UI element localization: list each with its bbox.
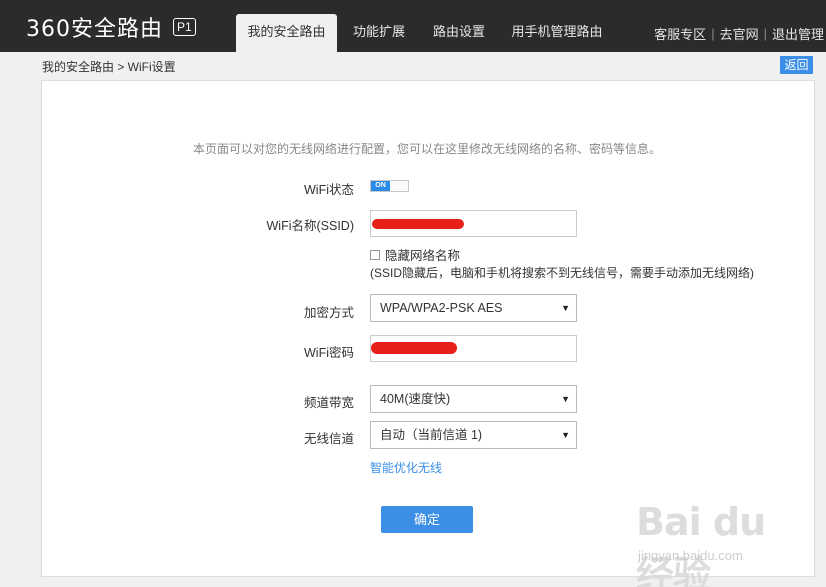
header-links: 客服专区 | 去官网 | 退出管理 <box>654 24 824 43</box>
tab-extensions[interactable]: 功能扩展 <box>343 14 415 52</box>
hide-ssid-label: 隐藏网络名称 <box>385 249 461 263</box>
service-link[interactable]: 客服专区 <box>654 24 706 43</box>
checkbox-box[interactable] <box>370 249 380 260</box>
logo-text: 360安全路由 <box>26 17 163 42</box>
model-badge: P1 <box>173 18 196 36</box>
hide-ssid-checkbox[interactable]: 隐藏网络名称 <box>370 245 460 264</box>
tab-mobile-manage[interactable]: 用手机管理路由 <box>503 14 611 52</box>
tab-my-router[interactable]: 我的安全路由 <box>236 14 337 52</box>
bandwidth-label: 频道带宽 <box>303 396 354 410</box>
encryption-select[interactable]: WPA/WPA2-PSK AES ▼ <box>370 294 577 322</box>
bandwidth-value: 40M(速度快) <box>380 392 451 406</box>
ssid-label: WiFi名称(SSID) <box>266 219 355 233</box>
breadcrumb: 我的安全路由 > WiFi设置 <box>42 60 176 74</box>
smart-optimize-link[interactable]: 智能优化无线 <box>370 459 442 476</box>
redaction-mark <box>372 219 464 229</box>
channel-value: 自动（当前信道 1) <box>380 428 483 442</box>
logout-link[interactable]: 退出管理 <box>772 24 824 43</box>
baidu-watermark: Bai du经验 jingyan.baidu.com <box>636 500 786 587</box>
link-separator: | <box>763 26 767 41</box>
dropdown-arrow-icon: ▼ <box>561 394 570 404</box>
page-description: 本页面可以对您的无线网络进行配置，您可以在这里修改无线网络的名称、密码等信息。 <box>193 142 662 156</box>
channel-select[interactable]: 自动（当前信道 1) ▼ <box>370 421 577 449</box>
router-logo: 360安全路由 P1 <box>26 13 196 42</box>
hide-ssid-note: (SSID隐藏后，电脑和手机将搜索不到无线信号，需要手动添加无线网络) <box>370 266 755 280</box>
back-button[interactable]: 返回 <box>780 56 813 74</box>
link-separator: | <box>711 26 715 41</box>
dropdown-arrow-icon: ▼ <box>561 430 570 440</box>
wifi-status-label: WiFi状态 <box>304 183 354 197</box>
channel-label: 无线信道 <box>303 432 354 446</box>
toggle-on-indicator: ON <box>371 181 390 191</box>
encryption-label: 加密方式 <box>303 306 354 320</box>
password-label: WiFi密码 <box>304 346 354 360</box>
dropdown-arrow-icon: ▼ <box>561 303 570 313</box>
top-header: 360安全路由 P1 我的安全路由 功能扩展 路由设置 用手机管理路由 客服专区… <box>0 0 826 52</box>
official-site-link[interactable]: 去官网 <box>720 24 759 43</box>
watermark-url: jingyan.baidu.com <box>638 548 743 563</box>
tab-router-settings[interactable]: 路由设置 <box>423 14 495 52</box>
confirm-button[interactable]: 确定 <box>381 506 473 533</box>
encryption-value: WPA/WPA2-PSK AES <box>380 301 503 315</box>
redaction-mark <box>371 342 457 354</box>
bandwidth-select[interactable]: 40M(速度快) ▼ <box>370 385 577 413</box>
watermark-logo: Bai du经验 <box>636 500 766 587</box>
wifi-status-toggle[interactable]: ON <box>370 180 409 192</box>
